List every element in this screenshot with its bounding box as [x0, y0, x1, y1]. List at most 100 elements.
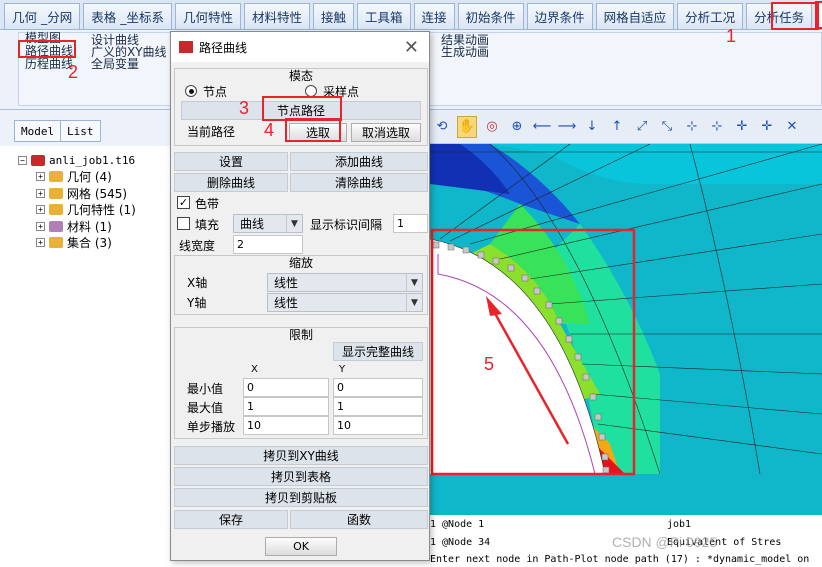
x-axis-label: X轴 [187, 276, 208, 290]
expand-icon[interactable]: + [36, 205, 45, 215]
ribbon-tab[interactable]: 表格 _坐标系 [83, 3, 172, 29]
close-icon[interactable]: ✕ [404, 37, 419, 58]
chevron-down-icon[interactable]: ▼ [406, 294, 422, 311]
min-label: 最小值 [187, 382, 224, 396]
expand-icon[interactable]: + [36, 221, 45, 231]
step-y-field[interactable]: 10 [333, 416, 423, 435]
ribbon-tab[interactable]: 材料特性 [243, 3, 310, 29]
make-animation-button[interactable]: 生成动画 [441, 46, 489, 58]
rotate-icon[interactable]: ⟲ [432, 116, 452, 138]
zoom-box-icon[interactable]: ⊕ [507, 116, 527, 138]
tree-item-sets[interactable]: + 集合 (3) [36, 235, 136, 252]
marker-interval-field[interactable]: 1 [393, 214, 428, 233]
color-band-checkbox[interactable]: ✓ [177, 196, 190, 209]
show-full-curve-button[interactable]: 显示完整曲线 [333, 342, 423, 361]
ribbon-tab[interactable]: 网格自适应 [595, 3, 675, 29]
rotate-x-icon[interactable]: ⊹ [682, 116, 702, 138]
function-button[interactable]: 函数 [290, 510, 428, 529]
highlight-select [285, 118, 341, 142]
rotate-axis-icon[interactable]: ⤢ [632, 116, 652, 138]
zoom-target-icon[interactable]: ◎ [482, 116, 502, 138]
save-button[interactable]: 保存 [174, 510, 288, 529]
y-axis-scale-select[interactable]: 线性 ▼ [267, 293, 423, 312]
marc-logo-icon [179, 41, 193, 53]
ribbon-tab[interactable]: 连接 [413, 3, 455, 29]
current-path-label: 当前路径 [187, 125, 236, 139]
mode-group-title: 模态 [288, 69, 313, 83]
deselect-button[interactable]: 取消选取 [351, 123, 421, 142]
contour-plot [430, 144, 822, 515]
min-y-field[interactable]: 0 [333, 378, 423, 397]
color-band-label: 色带 [195, 197, 220, 211]
watermark: CSDN @Pi 0925 [612, 534, 718, 550]
console-line-1: 1 @Node 1 [430, 519, 485, 530]
x-axis-scale-value: 线性 [274, 276, 299, 290]
ok-button[interactable]: OK [265, 537, 337, 556]
history-plot-button[interactable]: 历程曲线 [25, 58, 73, 70]
tree-item-label: 集合 (3) [67, 236, 112, 251]
model-browser-tabs: Model List [0, 110, 171, 146]
max-y-field[interactable]: 1 [333, 397, 423, 416]
limit-group-title: 限制 [288, 328, 313, 342]
ribbon-tab[interactable]: 几何 _分网 [4, 3, 81, 29]
copy-to-clipboard-button[interactable]: 拷贝到剪贴板 [174, 488, 428, 507]
rotate-y-icon[interactable]: ⊹ [707, 116, 727, 138]
tab-model[interactable]: Model [14, 120, 62, 142]
line-width-field[interactable]: 2 [233, 235, 303, 254]
rotate-z-icon[interactable]: ✛ [732, 116, 752, 138]
tree-item-geom-properties[interactable]: + 几何特性 (1) [36, 202, 136, 219]
ribbon-tab[interactable]: 初始条件 [457, 3, 524, 29]
tab-list[interactable]: List [60, 120, 101, 142]
fill-checkbox[interactable] [177, 217, 190, 230]
tree-item-material[interactable]: + 材料 (1) [36, 218, 136, 235]
expand-icon[interactable]: + [36, 172, 45, 182]
global-variable-button[interactable]: 全局变量 [91, 58, 139, 70]
node-radio[interactable] [185, 85, 197, 97]
graphics-viewport[interactable]: ⟲ ✋ ◎ ⊕ ⟵ ⟶ ↓ ↑ ⤢ ⤡ ⊹ ⊹ ✛ ✛ ✕ 1 @Node 1 … [430, 110, 822, 565]
tree-item-geometry[interactable]: + 几何 (4) [36, 169, 136, 186]
tree-root[interactable]: − anli_job1.t16 [18, 152, 136, 169]
fill-type-select[interactable]: 曲线 ▼ [233, 214, 303, 233]
y-axis-scale-value: 线性 [274, 296, 299, 310]
model-browser: Model List − anli_job1.t16 + 几何 (4) + 网格… [0, 110, 172, 561]
clear-curve-button[interactable]: 清除曲线 [290, 173, 428, 192]
move-up-icon[interactable]: ↑ [607, 116, 627, 138]
col-y-header: Y [339, 364, 346, 375]
rotate-axis-2-icon[interactable]: ⤡ [657, 116, 677, 138]
rotate-z2-icon[interactable]: ✛ [757, 116, 777, 138]
fill-type-value: 曲线 [240, 217, 265, 231]
copy-to-table-button[interactable]: 拷贝到表格 [174, 467, 428, 486]
node-radio-label: 节点 [203, 85, 228, 99]
settings-button[interactable]: 设置 [174, 152, 288, 171]
collapse-icon[interactable]: − [18, 155, 27, 165]
ribbon-tab[interactable]: 边界条件 [526, 3, 593, 29]
delete-curve-button[interactable]: 删除曲线 [174, 173, 288, 192]
move-left-icon[interactable]: ⟵ [532, 116, 552, 138]
expand-icon[interactable]: + [36, 188, 45, 198]
scale-group: 缩放 X轴 线性 ▼ Y轴 线性 ▼ [174, 255, 428, 315]
add-curve-button[interactable]: 添加曲线 [290, 152, 428, 171]
chevron-down-icon[interactable]: ▼ [406, 274, 422, 291]
fit-icon[interactable]: ✕ [782, 116, 802, 138]
expand-icon[interactable]: + [36, 238, 45, 248]
ribbon-tab[interactable]: 工具箱 [357, 3, 411, 29]
folder-icon [49, 204, 63, 216]
copy-to-xy-button[interactable]: 拷贝到XY曲线 [174, 446, 428, 465]
dialog-titlebar: 路径曲线 ✕ [171, 32, 429, 62]
tree-item-label: 几何特性 (1) [67, 203, 136, 218]
annotation-number-2: 2 [68, 62, 79, 82]
pan-hand-icon[interactable]: ✋ [457, 115, 477, 138]
step-x-field[interactable]: 10 [243, 416, 329, 435]
move-down-icon[interactable]: ↓ [582, 116, 602, 138]
x-axis-scale-select[interactable]: 线性 ▼ [267, 273, 423, 292]
max-x-field[interactable]: 1 [243, 397, 329, 416]
move-right-icon[interactable]: ⟶ [557, 116, 577, 138]
folder-icon [49, 187, 63, 199]
annotation-number-3: 3 [239, 98, 250, 118]
min-x-field[interactable]: 0 [243, 378, 329, 397]
annotation-number-5: 5 [484, 354, 495, 374]
tree-item-mesh[interactable]: + 网格 (545) [36, 185, 136, 202]
ribbon-tab[interactable]: 接触 [313, 3, 355, 29]
chevron-down-icon[interactable]: ▼ [286, 215, 302, 232]
ribbon-tab[interactable]: 几何特性 [174, 3, 241, 29]
